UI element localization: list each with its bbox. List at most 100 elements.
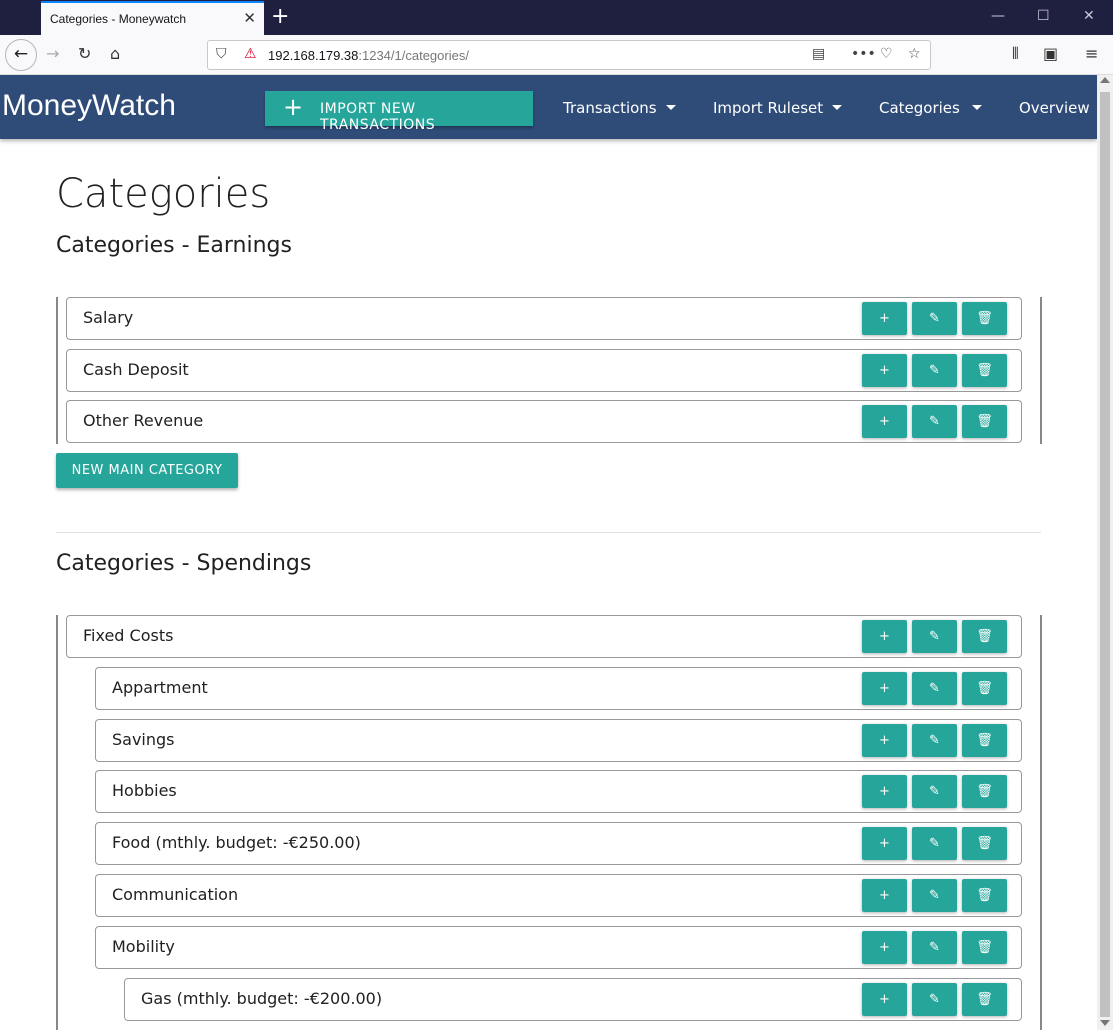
delete-category-button[interactable]: 🗑	[962, 671, 1007, 705]
category-label: Appartment	[112, 677, 208, 697]
delete-category-button[interactable]: 🗑	[962, 775, 1007, 809]
category-label: Other Revenue	[83, 411, 204, 430]
category-label: Savings	[112, 729, 175, 749]
home-icon[interactable]: ⌂	[110, 44, 120, 63]
url-host: 192.168.179.38	[268, 48, 359, 63]
add-subcategory-button[interactable]: +	[862, 302, 907, 335]
chevron-down-icon[interactable]	[972, 105, 982, 110]
nav-categories[interactable]: Categories	[879, 99, 960, 117]
category-row[interactable]: Communication + ✎ 🗑	[95, 874, 1022, 917]
reload-icon[interactable]: ↻	[78, 44, 91, 63]
import-transactions-button[interactable]: + IMPORT NEW TRANSACTIONS	[265, 91, 533, 133]
plus-icon: +	[283, 93, 304, 121]
edit-category-button[interactable]: ✎	[912, 353, 957, 387]
add-subcategory-button[interactable]: +	[862, 671, 907, 705]
edit-category-button[interactable]: ✎	[912, 302, 957, 335]
category-row[interactable]: Food (mthly. budget: -€250.00) + ✎ 🗑	[95, 822, 1022, 866]
scroll-up-icon[interactable]	[1100, 77, 1110, 83]
delete-category-button[interactable]: 🗑	[962, 620, 1007, 653]
edit-category-button[interactable]: ✎	[912, 879, 957, 912]
chevron-down-icon[interactable]	[832, 105, 842, 110]
add-subcategory-button[interactable]: +	[862, 827, 907, 861]
browser-tab[interactable]: Categories - Moneywatch ✕	[41, 1, 264, 35]
edit-category-button[interactable]: ✎	[912, 775, 957, 809]
edit-category-button[interactable]: ✎	[912, 930, 957, 964]
pencil-icon: ✎	[929, 836, 940, 852]
category-row[interactable]: Savings + ✎ 🗑	[95, 718, 1022, 762]
new-main-category-button[interactable]: NEW MAIN CATEGORY	[56, 453, 238, 488]
shield-icon[interactable]: ⛉	[216, 46, 227, 62]
delete-category-button[interactable]: 🗑	[962, 982, 1007, 1016]
pencil-icon: ✎	[929, 629, 940, 644]
edit-category-button[interactable]: ✎	[912, 982, 957, 1016]
brand-logo[interactable]: MoneyWatch	[2, 89, 176, 123]
add-subcategory-button[interactable]: +	[862, 930, 907, 964]
delete-category-button[interactable]: 🗑	[962, 353, 1007, 387]
category-row[interactable]: Other Revenue + ✎ 🗑	[66, 400, 1022, 443]
nav-transactions[interactable]: Transactions	[563, 99, 657, 117]
category-label: Fixed Costs	[83, 626, 174, 645]
insecure-lock-icon[interactable]: ⚠	[244, 46, 257, 62]
add-subcategory-button[interactable]: +	[862, 405, 907, 438]
edit-category-button[interactable]: ✎	[912, 405, 957, 438]
pencil-icon: ✎	[929, 939, 940, 955]
delete-category-button[interactable]: 🗑	[962, 930, 1007, 964]
scrollbar-thumb[interactable]	[1100, 92, 1110, 1017]
delete-category-button[interactable]: 🗑	[962, 405, 1007, 438]
category-row[interactable]: Appartment + ✎ 🗑	[95, 666, 1022, 710]
trash-icon: 🗑	[976, 414, 993, 429]
category-row[interactable]: Hobbies + ✎ 🗑	[95, 770, 1022, 814]
nav-import-ruleset[interactable]: Import Ruleset	[713, 99, 823, 117]
add-subcategory-button[interactable]: +	[862, 775, 907, 809]
edit-category-button[interactable]: ✎	[912, 723, 957, 757]
edit-category-button[interactable]: ✎	[912, 827, 957, 861]
category-row[interactable]: Mobility + ✎ 🗑	[95, 925, 1022, 969]
scroll-down-icon[interactable]	[1100, 1020, 1110, 1026]
category-row[interactable]: Gas (mthly. budget: -€200.00) + ✎ 🗑	[124, 977, 1022, 1021]
minimize-icon[interactable]: —	[991, 8, 1005, 24]
plus-icon: +	[879, 732, 890, 748]
trash-icon: 🗑	[976, 991, 993, 1007]
add-subcategory-button[interactable]: +	[862, 620, 907, 653]
edit-category-button[interactable]: ✎	[912, 671, 957, 705]
pencil-icon: ✎	[929, 784, 940, 800]
add-subcategory-button[interactable]: +	[862, 353, 907, 387]
close-window-icon[interactable]: ✕	[1083, 8, 1095, 24]
bookmark-star-icon[interactable]: ☆	[908, 46, 921, 62]
forward-icon[interactable]: →	[46, 44, 59, 63]
category-label: Cash Deposit	[83, 359, 189, 379]
page-scrollbar[interactable]	[1097, 75, 1113, 1030]
category-row[interactable]: Cash Deposit + ✎ 🗑	[66, 348, 1022, 392]
back-icon[interactable]: ←	[5, 39, 37, 71]
delete-category-button[interactable]: 🗑	[962, 302, 1007, 335]
pencil-icon: ✎	[929, 732, 940, 748]
category-label: Gas (mthly. budget: -€200.00)	[141, 988, 383, 1008]
reader-view-icon[interactable]: ▤	[812, 46, 825, 62]
chevron-down-icon[interactable]	[666, 105, 676, 110]
menu-icon[interactable]: ≡	[1085, 44, 1098, 63]
category-row[interactable]: Salary + ✎ 🗑	[66, 297, 1022, 340]
sidebar-icon[interactable]: ▣	[1043, 44, 1058, 63]
category-row[interactable]: Fixed Costs + ✎ 🗑	[66, 615, 1022, 658]
more-icon[interactable]: •••	[851, 46, 876, 62]
edit-category-button[interactable]: ✎	[912, 620, 957, 653]
nav-overview[interactable]: Overview	[1019, 99, 1090, 117]
add-subcategory-button[interactable]: +	[862, 723, 907, 757]
add-subcategory-button[interactable]: +	[862, 879, 907, 912]
maximize-icon[interactable]: ☐	[1037, 8, 1050, 24]
pocket-icon[interactable]: ♡	[880, 46, 893, 62]
category-label: Hobbies	[112, 781, 177, 801]
delete-category-button[interactable]: 🗑	[962, 723, 1007, 757]
url-bar[interactable]: ⛉ ⚠ 192.168.179.38:1234/1/categories/ ▤ …	[207, 40, 931, 70]
add-subcategory-button[interactable]: +	[862, 982, 907, 1016]
plus-icon: +	[879, 680, 890, 696]
trash-icon: 🗑	[976, 680, 993, 696]
close-tab-icon[interactable]: ✕	[243, 9, 256, 27]
new-tab-icon[interactable]: +	[271, 4, 289, 29]
delete-category-button[interactable]: 🗑	[962, 879, 1007, 912]
library-icon[interactable]: ⫴	[1012, 44, 1019, 64]
delete-category-button[interactable]: 🗑	[962, 827, 1007, 861]
trash-icon: 🗑	[976, 939, 993, 955]
app-navbar: MoneyWatch + IMPORT NEW TRANSACTIONS Tra…	[0, 75, 1097, 139]
pencil-icon: ✎	[929, 991, 940, 1007]
